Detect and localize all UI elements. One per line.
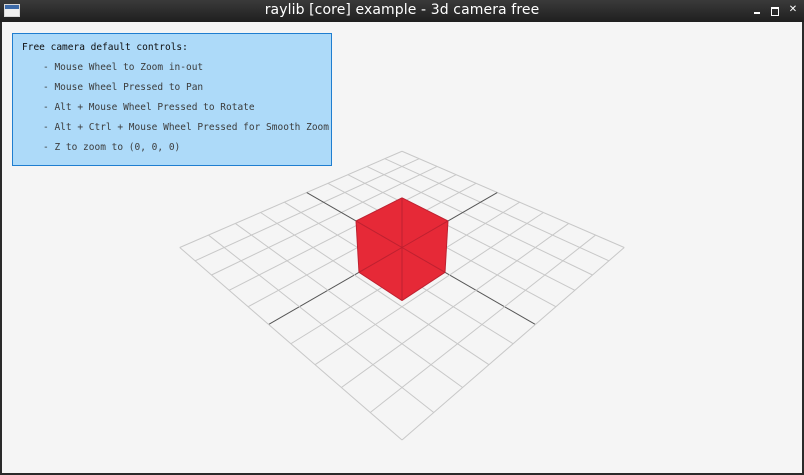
app-window: raylib [core] example - 3d camera free F… <box>0 0 804 475</box>
title-bar[interactable]: raylib [core] example - 3d camera free <box>0 0 804 22</box>
close-button[interactable] <box>786 3 800 17</box>
controls-info-line: - Mouse Wheel to Zoom in-out <box>43 62 204 73</box>
controls-info-line: - Alt + Ctrl + Mouse Wheel Pressed for S… <box>43 122 329 133</box>
controls-info-line: - Z to zoom to (0, 0, 0) <box>43 142 181 153</box>
window-title: raylib [core] example - 3d camera free <box>264 2 540 18</box>
controls-info-line: - Alt + Mouse Wheel Pressed to Rotate <box>43 102 255 113</box>
render-canvas[interactable]: Free camera default controls: - Mouse Wh… <box>2 22 802 473</box>
controls-info-panel: Free camera default controls: - Mouse Wh… <box>12 33 332 166</box>
window-controls <box>750 3 800 17</box>
maximize-button[interactable] <box>768 3 782 17</box>
controls-info-title: Free camera default controls: <box>22 42 188 53</box>
controls-info-line: - Mouse Wheel Pressed to Pan <box>43 82 204 93</box>
minimize-button[interactable] <box>750 3 764 17</box>
